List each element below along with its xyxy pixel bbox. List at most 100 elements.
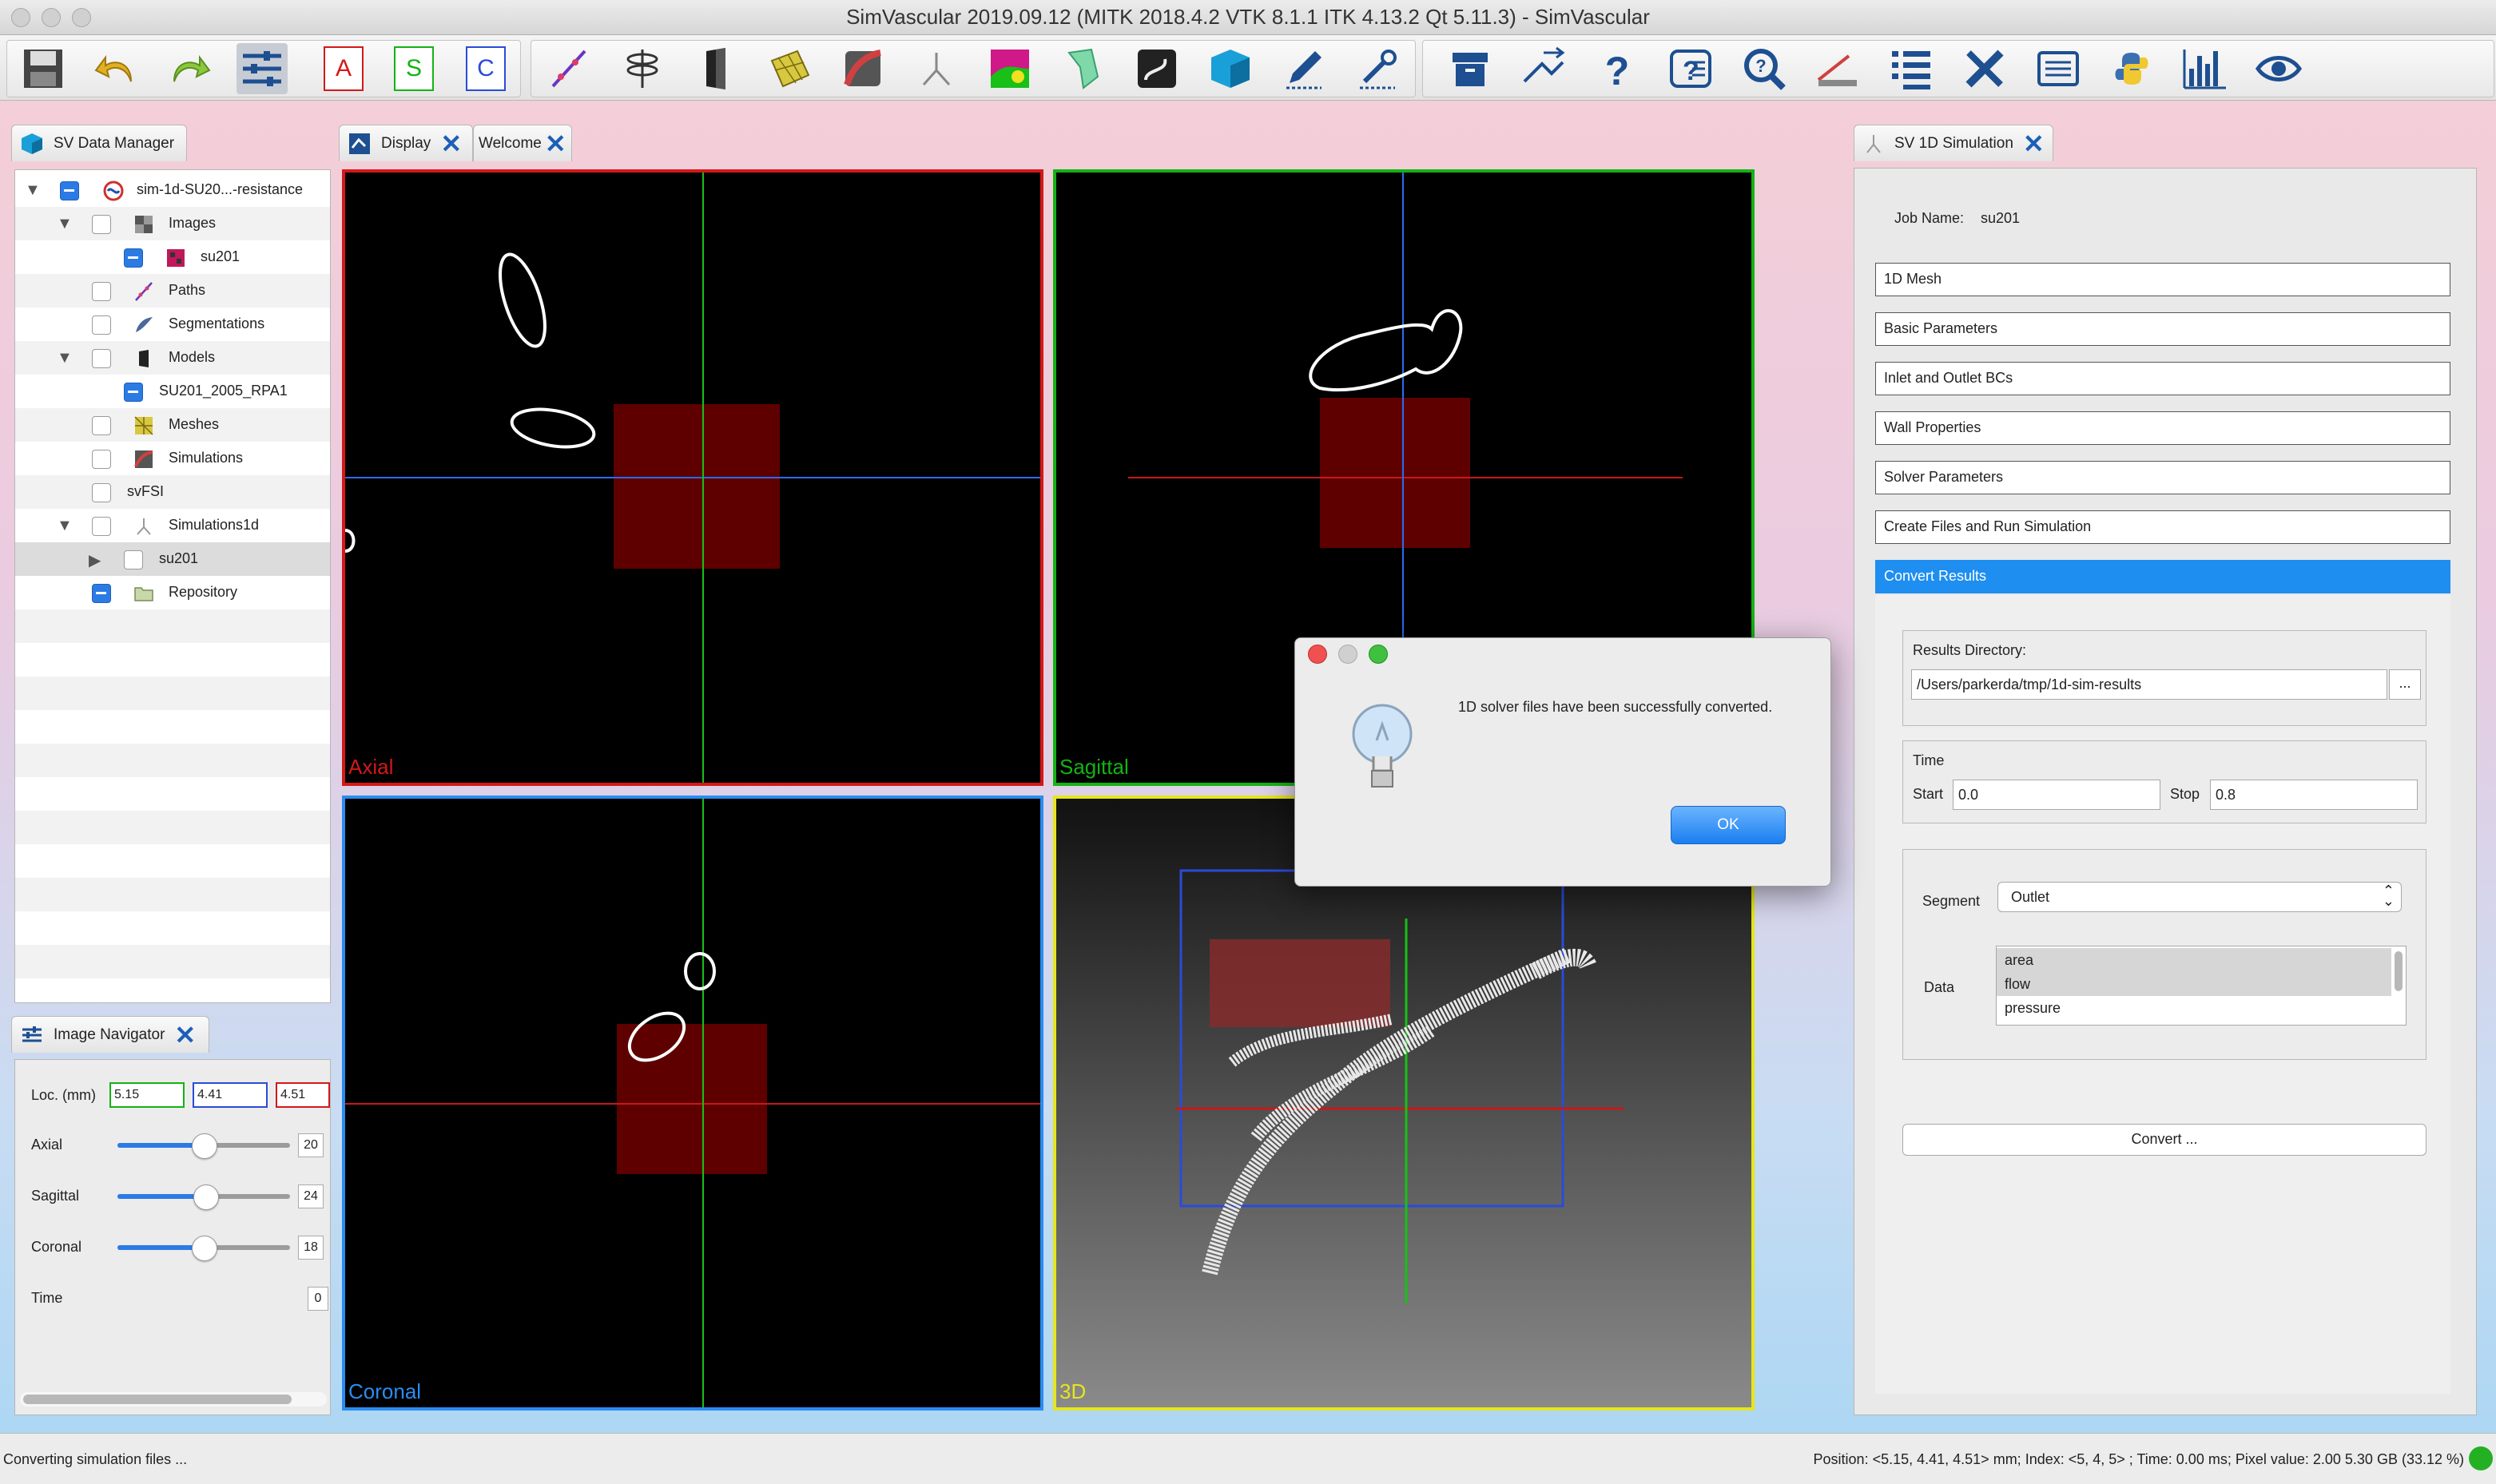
visibility-checkbox[interactable] (92, 315, 111, 335)
ruler-button[interactable] (1812, 43, 1863, 94)
text-button[interactable] (2033, 43, 2084, 94)
expand-arrow-icon[interactable]: ▼ (57, 215, 73, 233)
tree-item-paths[interactable]: Paths (15, 274, 330, 308)
axial-value[interactable]: 20 (298, 1133, 324, 1157)
visibility-checkbox[interactable] (92, 282, 111, 301)
visibility-checkbox[interactable] (124, 550, 143, 569)
coronal-viewport[interactable]: Coronal (342, 796, 1043, 1411)
search-button[interactable]: ? (1739, 43, 1790, 94)
axial-slider-knob[interactable] (192, 1133, 217, 1159)
visibility-checkbox[interactable] (92, 584, 111, 603)
settings-button[interactable] (236, 43, 288, 94)
list-scrollbar-thumb[interactable] (2395, 951, 2403, 991)
convert-button[interactable]: Convert ... (1902, 1124, 2426, 1156)
start-time-input[interactable]: 0.0 (1953, 780, 2160, 810)
section-1d-mesh[interactable]: 1D Mesh (1875, 263, 2450, 296)
simulation-button[interactable] (837, 43, 888, 94)
tree-item-simulations1d[interactable]: ▼ Simulations1d (15, 509, 330, 542)
results-directory-input[interactable]: /Users/parkerda/tmp/1d-sim-results (1911, 669, 2387, 700)
tree-item-meshes[interactable]: Meshes (15, 408, 330, 442)
data-list-item-area[interactable]: area (1997, 948, 2391, 972)
tree-item-segmentations[interactable]: Segmentations (15, 308, 330, 341)
visibility-checkbox[interactable] (92, 483, 111, 502)
axial-viewport[interactable]: Axial (342, 169, 1043, 786)
dialog-zoom-button[interactable] (1369, 645, 1388, 664)
svfsi-button[interactable] (1058, 43, 1109, 94)
data-list-item-pressure[interactable]: pressure (1997, 996, 2391, 1020)
view-button[interactable] (2253, 43, 2304, 94)
3d-viewport[interactable]: 3D (1053, 796, 1755, 1411)
scrollbar-thumb[interactable] (23, 1395, 292, 1404)
pen-button[interactable] (1278, 43, 1329, 94)
model-button[interactable] (690, 43, 741, 94)
collapse-arrow-icon[interactable]: ▶ (89, 550, 101, 570)
time-value[interactable]: 0 (308, 1287, 328, 1311)
stop-time-input[interactable]: 0.8 (2210, 780, 2418, 810)
tree-item-simulations[interactable]: Simulations (15, 442, 330, 475)
cube-button[interactable] (1205, 43, 1256, 94)
mesh-button[interactable] (764, 43, 815, 94)
tree-item-model-su201[interactable]: SU201_2005_RPA1 (15, 375, 330, 408)
visibility-checkbox[interactable] (60, 181, 79, 200)
list-button[interactable] (1886, 43, 1937, 94)
tree-item-project[interactable]: ▼ sim-1d-SU20...-resistance (15, 173, 330, 207)
tree-item-sim1d-su201[interactable]: ▶ su201 (15, 542, 330, 576)
save-button[interactable] (18, 43, 69, 94)
tab-display[interactable]: Display ✕ (339, 125, 473, 161)
close-icon[interactable]: ✕ (440, 131, 462, 157)
tree-item-images[interactable]: ▼ Images (15, 207, 330, 240)
measure-button[interactable] (1518, 43, 1569, 94)
visibility-checkbox[interactable] (92, 416, 111, 435)
close-icon[interactable]: ✕ (2023, 131, 2045, 157)
visibility-checkbox[interactable] (92, 517, 111, 536)
visibility-checkbox[interactable] (92, 450, 111, 469)
loc-z-input[interactable]: 4.51 (276, 1082, 330, 1108)
section-inlet-outlet-bcs[interactable]: Inlet and Outlet BCs (1875, 362, 2450, 395)
loc-x-input[interactable]: 5.15 (109, 1082, 185, 1108)
close-icon[interactable]: ✕ (545, 131, 566, 157)
sagittal-value[interactable]: 24 (298, 1184, 324, 1208)
design-button[interactable] (1959, 43, 2010, 94)
section-create-files-run[interactable]: Create Files and Run Simulation (1875, 510, 2450, 544)
sagittal-slider-knob[interactable] (193, 1184, 219, 1210)
section-solver-parameters[interactable]: Solver Parameters (1875, 461, 2450, 494)
visibility-checkbox[interactable] (124, 248, 143, 268)
expand-arrow-icon[interactable]: ▼ (25, 181, 41, 200)
ok-button[interactable]: OK (1671, 806, 1786, 844)
tools-button[interactable] (1352, 43, 1403, 94)
info-button[interactable]: ? (1665, 43, 1716, 94)
visibility-checkbox[interactable] (124, 383, 143, 402)
archive-button[interactable] (1445, 43, 1496, 94)
tree-item-svfsi[interactable]: svFSI (15, 475, 330, 509)
browse-button[interactable]: ... (2389, 669, 2421, 700)
view-sagittal-button[interactable]: S (388, 43, 439, 94)
tab-sv-data-manager[interactable]: SV Data Manager (11, 125, 187, 161)
visibility-checkbox[interactable] (92, 215, 111, 234)
tab-welcome[interactable]: Welcome ✕ (473, 125, 572, 161)
python-button[interactable] (2106, 43, 2157, 94)
section-basic-parameters[interactable]: Basic Parameters (1875, 312, 2450, 346)
expand-arrow-icon[interactable]: ▼ (57, 517, 73, 535)
expand-arrow-icon[interactable]: ▼ (57, 349, 73, 367)
data-list[interactable]: area flow pressure (1996, 946, 2407, 1026)
tab-sv-1d-simulation[interactable]: SV 1D Simulation ✕ (1854, 125, 2053, 161)
section-convert-results[interactable]: Convert Results (1875, 560, 2450, 593)
close-icon[interactable]: ✕ (174, 1022, 196, 1048)
help-button[interactable]: ? (1592, 43, 1643, 94)
visibility-checkbox[interactable] (92, 349, 111, 368)
horizontal-scrollbar[interactable] (20, 1392, 327, 1407)
segment-select[interactable]: Outlet ⌃ ⌄ (1997, 882, 2402, 912)
loc-y-input[interactable]: 4.41 (193, 1082, 268, 1108)
segmentation-button[interactable] (617, 43, 668, 94)
tree-item-models[interactable]: ▼ Models (15, 341, 330, 375)
paths-button[interactable] (543, 43, 594, 94)
data-list-item-flow[interactable]: flow (1997, 972, 2391, 996)
undo-button[interactable] (89, 43, 141, 94)
tree-item-repository[interactable]: Repository (15, 576, 330, 609)
tree-item-image-su201[interactable]: su201 (15, 240, 330, 274)
coronal-slider-knob[interactable] (192, 1236, 217, 1261)
path-curve-button[interactable] (1131, 43, 1182, 94)
section-wall-properties[interactable]: Wall Properties (1875, 411, 2450, 445)
chart-button[interactable] (2180, 43, 2231, 94)
view-coronal-button[interactable]: C (460, 43, 511, 94)
